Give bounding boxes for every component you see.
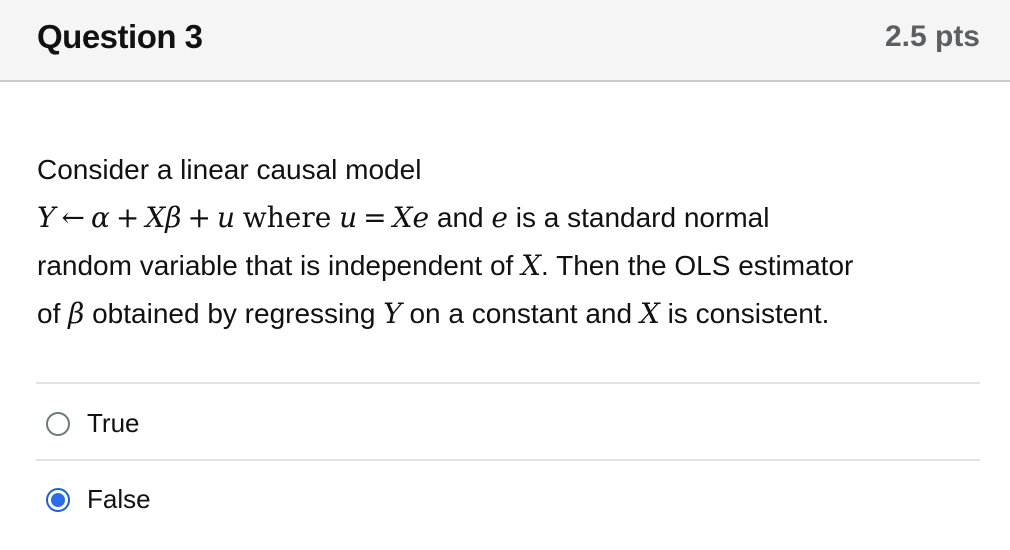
math-y: Y (37, 201, 56, 234)
answer-label-false[interactable]: False (87, 484, 151, 515)
answer-divider (36, 382, 980, 384)
answer-option-false[interactable]: False (36, 466, 980, 526)
random-variable-text: random variable that is independent of (37, 250, 514, 281)
question-text-line-4: of β obtained by regressing Y on a const… (37, 290, 982, 338)
math-alpha: α (90, 201, 110, 234)
radio-false-selected[interactable] (46, 488, 70, 512)
of-text: of (37, 298, 61, 329)
math-beta: β (165, 201, 182, 234)
math-xe: Xe (392, 201, 430, 234)
question-text-line-2: Y ← α + Xβ + u where u = Xe and e is a standard … (37, 194, 982, 242)
math-arrow: ← (61, 201, 85, 234)
consistent-text: is consistent. (667, 298, 830, 329)
answer-option-true[interactable]: True (36, 390, 980, 450)
math-equals: = (363, 201, 387, 234)
intro-text: Consider a linear causal model (37, 154, 422, 185)
and-text: and (436, 202, 484, 233)
math-plus: + (187, 201, 211, 234)
regressing-text: obtained by regressing (92, 298, 376, 329)
radio-true[interactable] (46, 412, 70, 436)
answer-label-true[interactable]: True (87, 408, 140, 439)
math-e: e (491, 201, 508, 234)
constant-text: on a constant and (409, 298, 633, 329)
question-header: Question 3 2.5 pts (0, 0, 1010, 82)
question-title: Question 3 (37, 18, 203, 55)
math-x: X (521, 249, 542, 282)
question-text-line-1: Consider a linear causal model (37, 146, 982, 194)
question-text: Consider a linear causal model Y ← α + Xβ + u … (37, 146, 982, 338)
question-points: 2.5 pts (884, 20, 980, 53)
question-text-line-3: random variable that is independent of X… (37, 242, 982, 290)
math-y: Y (383, 297, 402, 330)
math-x: X (145, 201, 166, 234)
ols-estimator-text: . Then the OLS estimator (541, 250, 854, 281)
standard-normal-text: is a standard normal (515, 202, 770, 233)
answer-divider (36, 459, 980, 461)
math-beta: β (68, 297, 85, 330)
math-plus: + (115, 201, 140, 234)
math-x: X (639, 297, 660, 330)
math-where: where (242, 201, 332, 234)
math-u: u (216, 201, 235, 234)
math-u: u (339, 201, 358, 234)
